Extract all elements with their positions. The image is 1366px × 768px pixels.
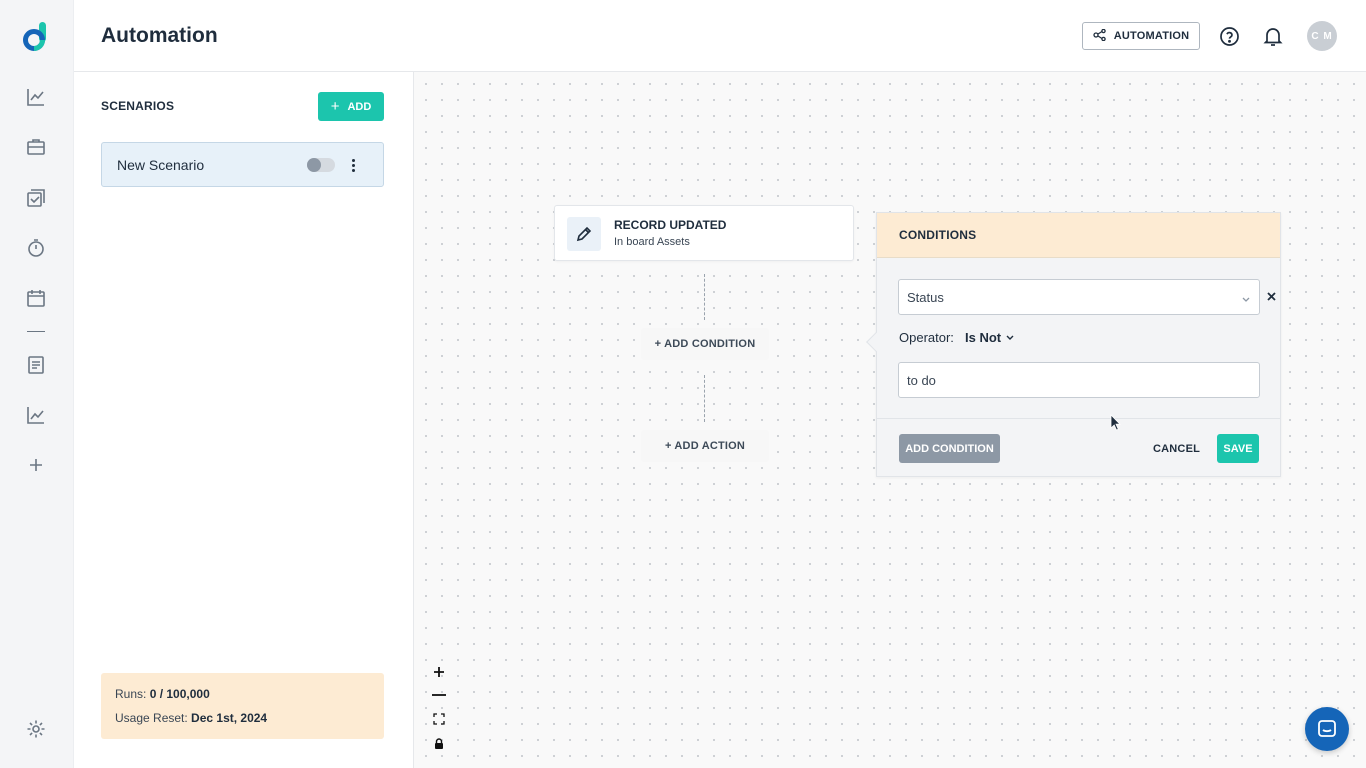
chevron-down-icon xyxy=(1241,291,1251,309)
close-icon[interactable] xyxy=(1264,288,1278,304)
field-select-value: Status xyxy=(907,290,944,305)
briefcase-icon[interactable] xyxy=(24,135,48,159)
line-chart-icon[interactable] xyxy=(24,85,48,109)
runs-label: Runs: xyxy=(115,687,147,701)
add-scenario-label: ADD xyxy=(347,100,372,113)
plus-icon[interactable] xyxy=(24,453,48,477)
help-circle-icon[interactable] xyxy=(1217,24,1241,48)
zoom-controls xyxy=(428,660,450,756)
conditions-footer: ADD CONDITION CANCEL SAVE xyxy=(877,418,1280,476)
zoom-in-icon[interactable] xyxy=(428,661,450,683)
add-condition-node-button[interactable]: + ADD CONDITION xyxy=(641,328,769,360)
scenarios-panel: SCENARIOS + ADD New Scenario Runs: 0 / 1… xyxy=(74,72,414,768)
conditions-header: CONDITIONS xyxy=(877,213,1280,258)
trigger-node[interactable]: RECORD UPDATED In board Assets xyxy=(554,205,854,261)
automation-flow-icon xyxy=(1093,28,1106,44)
trigger-title: RECORD UPDATED xyxy=(614,218,727,232)
add-action-button[interactable]: + ADD ACTION xyxy=(641,430,769,462)
pencil-icon xyxy=(567,217,601,251)
calendar-icon[interactable] xyxy=(24,286,48,310)
operator-value: Is Not xyxy=(965,330,1002,345)
cancel-button[interactable]: CANCEL xyxy=(1153,434,1200,463)
condition-value-input[interactable] xyxy=(898,362,1260,398)
page-title: Automation xyxy=(101,24,218,47)
avatar[interactable]: C M xyxy=(1307,21,1337,51)
trigger-subtitle: In board Assets xyxy=(614,236,690,248)
runs-value: 0 / 100,000 xyxy=(149,687,210,701)
usage-box: Runs: 0 / 100,000 Usage Reset: Dec 1st, … xyxy=(101,673,384,739)
rail-divider xyxy=(27,331,45,332)
panel-pointer xyxy=(866,332,886,352)
mouse-cursor-icon xyxy=(1110,414,1121,436)
more-options-icon[interactable] xyxy=(346,155,360,175)
save-button[interactable]: SAVE xyxy=(1217,434,1259,463)
left-nav-rail xyxy=(0,0,74,768)
gear-icon[interactable] xyxy=(24,717,48,741)
operator-dropdown[interactable]: Is Not xyxy=(965,330,1015,345)
chat-icon[interactable] xyxy=(1305,707,1349,751)
connector-line xyxy=(704,274,705,320)
bell-icon[interactable] xyxy=(1261,24,1285,48)
top-header: Automation AUTOMATION C M xyxy=(74,0,1366,72)
field-select[interactable]: Status xyxy=(898,279,1260,315)
usage-reset-value: Dec 1st, 2024 xyxy=(191,711,268,725)
chart-icon[interactable] xyxy=(24,403,48,427)
connector-line xyxy=(704,375,705,422)
automation-button-label: AUTOMATION xyxy=(1113,30,1190,42)
runs-row: Runs: 0 / 100,000 xyxy=(115,687,210,701)
checklist-icon[interactable] xyxy=(24,186,48,210)
stopwatch-icon[interactable] xyxy=(24,236,48,260)
d-logo-icon[interactable] xyxy=(22,22,50,52)
scenario-name: New Scenario xyxy=(117,157,205,173)
toggle-knob xyxy=(307,158,321,172)
document-icon[interactable] xyxy=(24,353,48,377)
zoom-out-icon[interactable] xyxy=(428,684,450,706)
usage-reset-label: Usage Reset: xyxy=(115,711,188,725)
add-condition-button[interactable]: ADD CONDITION xyxy=(899,434,1000,463)
lock-icon[interactable] xyxy=(428,732,450,754)
scenario-item[interactable]: New Scenario xyxy=(101,142,384,187)
add-scenario-button[interactable]: + ADD xyxy=(318,92,384,121)
automation-canvas[interactable]: RECORD UPDATED In board Assets + ADD CON… xyxy=(414,72,1366,768)
scenarios-title: SCENARIOS xyxy=(101,99,175,113)
chevron-down-icon xyxy=(1005,330,1015,345)
operator-label: Operator: xyxy=(899,330,954,345)
fit-view-icon[interactable] xyxy=(428,708,450,730)
plus-icon: + xyxy=(330,98,340,115)
automation-button[interactable]: AUTOMATION xyxy=(1082,22,1200,50)
conditions-title: CONDITIONS xyxy=(899,228,977,242)
conditions-panel: CONDITIONS Status Operator: Is Not ADD C… xyxy=(866,212,1281,477)
usage-reset-row: Usage Reset: Dec 1st, 2024 xyxy=(115,711,267,725)
scenario-toggle[interactable] xyxy=(307,158,335,172)
